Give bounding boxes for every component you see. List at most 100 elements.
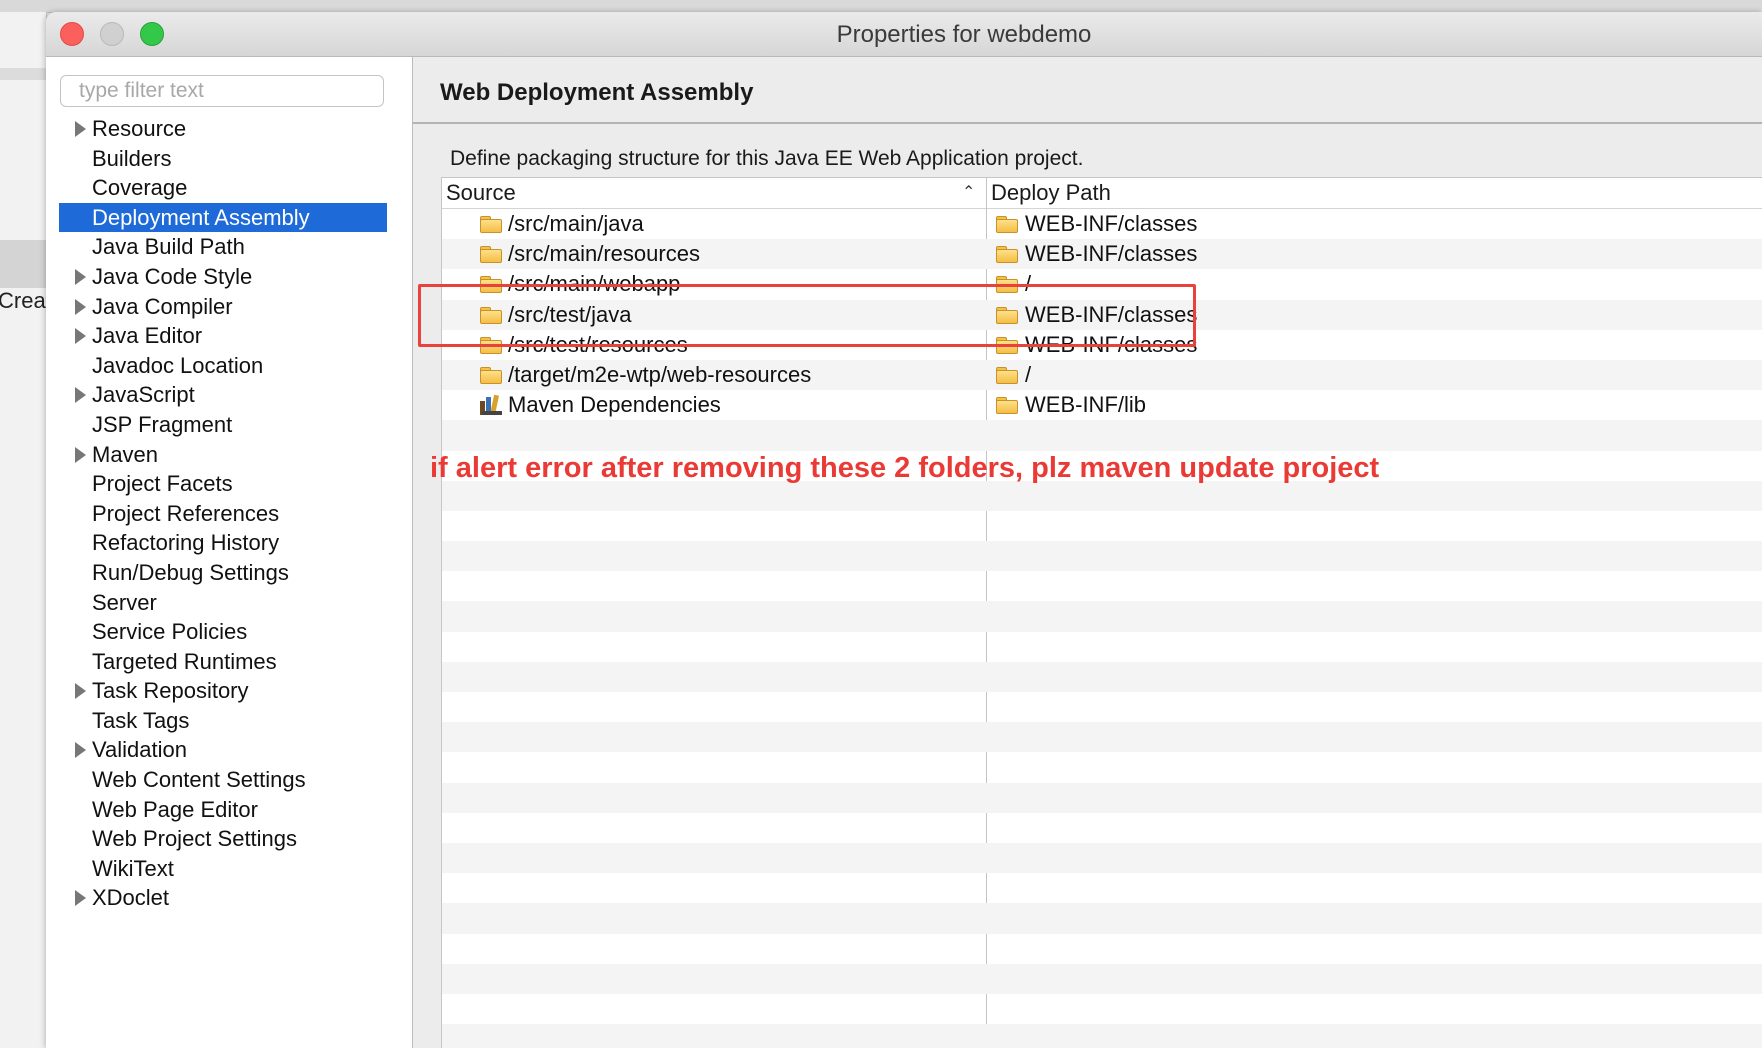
empty-table-row [442, 813, 1762, 843]
sidebar-item[interactable]: Java Code Style [59, 262, 387, 292]
table-row[interactable]: Maven Dependencies WEB-INF/lib [442, 390, 1762, 420]
table-row[interactable]: /target/m2e-wtp/web-resources / [442, 359, 1762, 391]
empty-table-row [442, 511, 1762, 541]
folder-icon [996, 246, 1018, 264]
sidebar-item[interactable]: JavaScript [59, 380, 387, 410]
sidebar-item[interactable]: Server [59, 588, 387, 618]
column-header-deploy-path[interactable]: Deploy Path [991, 178, 1111, 208]
background-panel: Creat [0, 12, 52, 1048]
sidebar-item-label: Java Code Style [92, 263, 253, 289]
background-strip [0, 68, 46, 80]
empty-table-row [442, 994, 1762, 1024]
title-bar: Properties for webdemo [46, 12, 1762, 57]
sidebar-item[interactable]: Task Tags [59, 706, 387, 736]
source-path: /target/m2e-wtp/web-resources [508, 361, 812, 387]
sidebar-item[interactable]: Validation [59, 735, 387, 765]
sidebar-item[interactable]: Web Page Editor [59, 795, 387, 825]
sidebar-item[interactable]: Coverage [59, 173, 387, 203]
source-path: Maven Dependencies [508, 392, 721, 418]
properties-sidebar: Resource Builders Coverage Deployment Assem… [46, 57, 413, 1048]
table-row[interactable]: /src/main/resources WEB-INF/classes [442, 239, 1762, 270]
sidebar-item-label: Refactoring History [92, 530, 280, 556]
sidebar-item-label: Web Content Settings [92, 767, 306, 793]
folder-icon [996, 366, 1018, 384]
filter-input[interactable] [60, 75, 384, 107]
sidebar-item[interactable]: Project References [59, 499, 387, 529]
expand-triangle-icon[interactable] [75, 387, 86, 404]
sidebar-item[interactable]: Task Repository [59, 676, 387, 706]
sidebar-item-label: Java Compiler [92, 293, 233, 319]
empty-table-row [442, 903, 1762, 934]
empty-table-row [442, 692, 1762, 722]
sidebar-item[interactable]: Javadoc Location [59, 351, 387, 381]
deploy-path: / [1025, 361, 1032, 387]
sidebar-item[interactable]: XDoclet [59, 883, 387, 913]
sidebar-item[interactable]: Java Editor [59, 321, 387, 351]
sidebar-item[interactable]: Run/Debug Settings [59, 558, 387, 588]
expand-triangle-icon[interactable] [75, 890, 86, 907]
sidebar-item[interactable]: Java Build Path [59, 232, 387, 262]
folder-icon [996, 216, 1018, 233]
sidebar-item[interactable]: Maven [59, 440, 387, 470]
empty-table-row [442, 601, 1762, 632]
highlight-box [418, 284, 1196, 347]
empty-table-row [442, 934, 1762, 964]
sidebar-item[interactable]: Web Content Settings [59, 765, 387, 795]
empty-table-row [442, 541, 1762, 572]
sidebar-item-label: Validation [92, 737, 187, 763]
sidebar-item-label: Builders [92, 145, 172, 171]
annotation-note: if alert error after removing these 2 fo… [430, 452, 1380, 484]
sidebar-item[interactable]: Web Project Settings [59, 824, 387, 854]
sidebar-item[interactable]: Service Policies [59, 617, 387, 647]
sidebar-item-label: WikiText [92, 855, 174, 881]
sidebar-item[interactable]: Targeted Runtimes [59, 647, 387, 677]
sidebar-item-label: Deployment Assembly [92, 204, 310, 230]
empty-table-row [442, 963, 1762, 994]
deploy-path: WEB-INF/lib [1025, 392, 1146, 418]
sidebar-item[interactable]: Project Facets [59, 469, 387, 499]
expand-triangle-icon[interactable] [75, 328, 86, 345]
folder-icon [996, 397, 1018, 415]
page-title: Web Deployment Assembly [440, 79, 754, 106]
sidebar-item-label: JavaScript [92, 382, 195, 408]
source-path: /src/main/resources [508, 241, 700, 267]
table-row[interactable]: /src/main/java WEB-INF/classes [442, 209, 1762, 239]
sidebar-item[interactable]: Resource [59, 114, 387, 144]
deploy-path: WEB-INF/classes [1025, 211, 1198, 236]
expand-triangle-icon[interactable] [75, 683, 86, 700]
sidebar-item[interactable]: Refactoring History [59, 528, 387, 558]
window-title: Properties for webdemo [836, 21, 1092, 48]
empty-table-row [442, 1024, 1762, 1048]
sidebar-item-label: Project References [92, 500, 280, 526]
table-header: Source ⌃ Deploy Path [442, 178, 1762, 209]
sidebar-item-label: Java Build Path [92, 234, 245, 260]
sidebar-item-label: Project Facets [92, 471, 233, 497]
expand-triangle-icon[interactable] [75, 268, 86, 285]
page-header: Web Deployment Assembly [413, 57, 1762, 124]
sidebar-item[interactable]: Deployment Assembly [59, 202, 387, 233]
sidebar-item-label: JSP Fragment [92, 411, 233, 437]
expand-triangle-icon[interactable] [75, 121, 86, 137]
empty-table-row [442, 632, 1762, 662]
expand-triangle-icon[interactable] [75, 298, 86, 315]
sidebar-item[interactable]: JSP Fragment [59, 410, 387, 440]
empty-table-row [442, 661, 1762, 692]
empty-table-row [442, 722, 1762, 753]
expand-triangle-icon[interactable] [75, 446, 86, 463]
deploy-path: WEB-INF/classes [1025, 241, 1198, 267]
sidebar-item-label: Javadoc Location [92, 352, 264, 378]
sidebar-item-label: Maven [92, 441, 159, 467]
sidebar-item-label: Web Page Editor [92, 796, 258, 822]
empty-table-row [442, 571, 1762, 601]
column-header-source[interactable]: Source [446, 178, 986, 208]
empty-table-row [442, 420, 1762, 451]
chevron-up-icon[interactable]: ⌃ [962, 178, 975, 208]
expand-triangle-icon[interactable] [75, 742, 86, 759]
empty-table-row [442, 873, 1762, 903]
source-path: /src/main/java [508, 211, 644, 236]
sidebar-item[interactable]: WikiText [59, 854, 387, 884]
folder-icon [480, 366, 502, 384]
sidebar-item-label: Targeted Runtimes [92, 648, 277, 674]
sidebar-item[interactable]: Builders [59, 144, 387, 174]
sidebar-item[interactable]: Java Compiler [59, 292, 387, 322]
